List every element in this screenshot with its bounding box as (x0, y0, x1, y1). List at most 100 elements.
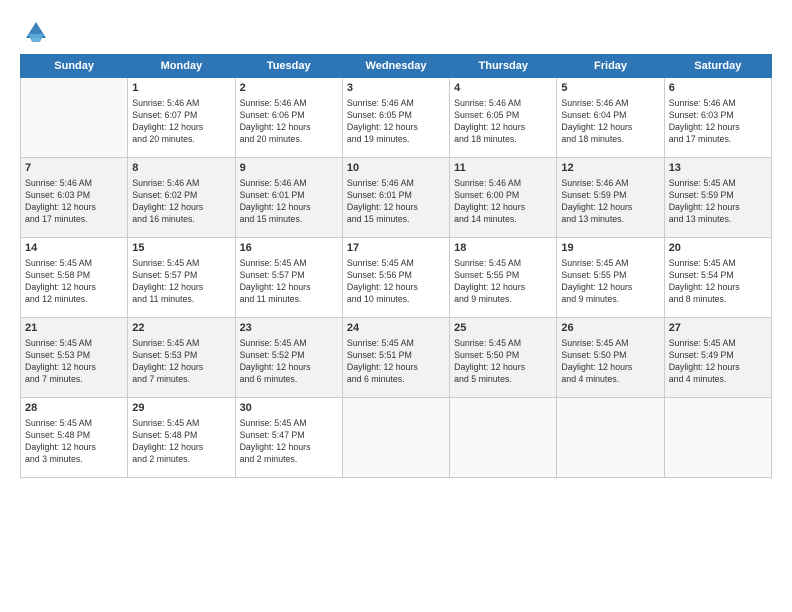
week-row-3: 14Sunrise: 5:45 AM Sunset: 5:58 PM Dayli… (21, 238, 772, 318)
day-info: Sunrise: 5:46 AM Sunset: 6:01 PM Dayligh… (347, 178, 445, 226)
day-cell-10: 10 Sunrise: 5:46 AM Sunset: 6:01 PM Dayli… (342, 158, 449, 238)
day-number: 5 (561, 81, 659, 96)
day-cell-21: 21Sunrise: 5:45 AM Sunset: 5:53 PM Dayli… (21, 318, 128, 398)
day-cell-17: 17Sunrise: 5:45 AM Sunset: 5:56 PM Dayli… (342, 238, 449, 318)
day-number: 13 (669, 161, 767, 176)
day-info: Sunrise: 5:46 AM Sunset: 6:03 PM Dayligh… (25, 178, 123, 226)
day-number: 22 (132, 321, 230, 336)
day-number: 23 (240, 321, 338, 336)
day-info: Sunrise: 5:45 AM Sunset: 5:54 PM Dayligh… (669, 258, 767, 306)
col-header-thursday: Thursday (450, 55, 557, 78)
day-info: Sunrise: 5:45 AM Sunset: 5:50 PM Dayligh… (454, 338, 552, 386)
day-cell-24: 24 Sunrise: 5:45 AM Sunset: 5:51 PM Dayli… (342, 318, 449, 398)
day-info: Sunrise: 5:46 AM Sunset: 6:00 PM Dayligh… (454, 178, 552, 226)
day-number: 20 (669, 241, 767, 256)
day-info: Sunrise: 5:45 AM Sunset: 5:53 PM Dayligh… (132, 338, 230, 386)
day-info: Sunrise: 5:46 AM Sunset: 6:06 PM Dayligh… (240, 98, 338, 146)
day-number: 6 (669, 81, 767, 96)
day-number: 29 (132, 401, 230, 416)
day-number: 1 (132, 81, 230, 96)
day-info: Sunrise: 5:46 AM Sunset: 6:05 PM Dayligh… (454, 98, 552, 146)
day-number: 27 (669, 321, 767, 336)
day-number: 30 (240, 401, 338, 416)
day-number: 12 (561, 161, 659, 176)
logo (20, 18, 50, 46)
day-info: Sunrise: 5:46 AM Sunset: 6:03 PM Dayligh… (669, 98, 767, 146)
day-info: Sunrise: 5:45 AM Sunset: 5:57 PM Dayligh… (240, 258, 338, 306)
day-cell-19: 19 Sunrise: 5:45 AM Sunset: 5:55 PM Dayli… (557, 238, 664, 318)
day-cell-8: 8 Sunrise: 5:46 AM Sunset: 6:02 PM Daylig… (128, 158, 235, 238)
empty-cell (342, 398, 449, 478)
day-number: 7 (25, 161, 123, 176)
empty-cell (557, 398, 664, 478)
day-cell-22: 22 Sunrise: 5:45 AM Sunset: 5:53 PM Dayli… (128, 318, 235, 398)
day-cell-4: 4 Sunrise: 5:46 AM Sunset: 6:05 PM Daylig… (450, 78, 557, 158)
day-cell-27: 27 Sunrise: 5:45 AM Sunset: 5:49 PM Dayli… (664, 318, 771, 398)
day-cell-11: 11Sunrise: 5:46 AM Sunset: 6:00 PM Dayli… (450, 158, 557, 238)
header (20, 18, 772, 46)
week-row-5: 28 Sunrise: 5:45 AM Sunset: 5:48 PM Dayli… (21, 398, 772, 478)
day-number: 9 (240, 161, 338, 176)
day-cell-15: 15 Sunrise: 5:45 AM Sunset: 5:57 PM Dayli… (128, 238, 235, 318)
day-cell-6: 6 Sunrise: 5:46 AM Sunset: 6:03 PM Daylig… (664, 78, 771, 158)
day-number: 16 (240, 241, 338, 256)
day-number: 2 (240, 81, 338, 96)
day-number: 19 (561, 241, 659, 256)
day-cell-25: 25Sunrise: 5:45 AM Sunset: 5:50 PM Dayli… (450, 318, 557, 398)
day-number: 26 (561, 321, 659, 336)
day-info: Sunrise: 5:46 AM Sunset: 6:05 PM Dayligh… (347, 98, 445, 146)
day-info: Sunrise: 5:45 AM Sunset: 5:49 PM Dayligh… (669, 338, 767, 386)
day-info: Sunrise: 5:45 AM Sunset: 5:50 PM Dayligh… (561, 338, 659, 386)
col-header-saturday: Saturday (664, 55, 771, 78)
day-info: Sunrise: 5:45 AM Sunset: 5:47 PM Dayligh… (240, 418, 338, 466)
day-info: Sunrise: 5:46 AM Sunset: 6:01 PM Dayligh… (240, 178, 338, 226)
day-cell-18: 18Sunrise: 5:45 AM Sunset: 5:55 PM Dayli… (450, 238, 557, 318)
day-info: Sunrise: 5:45 AM Sunset: 5:57 PM Dayligh… (132, 258, 230, 306)
week-row-1: 1 Sunrise: 5:46 AM Sunset: 6:07 PM Daylig… (21, 78, 772, 158)
day-info: Sunrise: 5:45 AM Sunset: 5:56 PM Dayligh… (347, 258, 445, 306)
page: SundayMondayTuesdayWednesdayThursdayFrid… (0, 0, 792, 612)
empty-cell (664, 398, 771, 478)
calendar-table: SundayMondayTuesdayWednesdayThursdayFrid… (20, 54, 772, 478)
day-number: 24 (347, 321, 445, 336)
day-info: Sunrise: 5:45 AM Sunset: 5:59 PM Dayligh… (669, 178, 767, 226)
empty-cell (450, 398, 557, 478)
day-cell-1: 1 Sunrise: 5:46 AM Sunset: 6:07 PM Daylig… (128, 78, 235, 158)
day-info: Sunrise: 5:46 AM Sunset: 6:02 PM Dayligh… (132, 178, 230, 226)
day-info: Sunrise: 5:45 AM Sunset: 5:52 PM Dayligh… (240, 338, 338, 386)
day-cell-20: 20 Sunrise: 5:45 AM Sunset: 5:54 PM Dayli… (664, 238, 771, 318)
day-info: Sunrise: 5:45 AM Sunset: 5:53 PM Dayligh… (25, 338, 123, 386)
day-cell-12: 12 Sunrise: 5:46 AM Sunset: 5:59 PM Dayli… (557, 158, 664, 238)
day-cell-29: 29 Sunrise: 5:45 AM Sunset: 5:48 PM Dayli… (128, 398, 235, 478)
day-cell-5: 5 Sunrise: 5:46 AM Sunset: 6:04 PM Daylig… (557, 78, 664, 158)
day-info: Sunrise: 5:46 AM Sunset: 5:59 PM Dayligh… (561, 178, 659, 226)
day-cell-9: 9 Sunrise: 5:46 AM Sunset: 6:01 PM Daylig… (235, 158, 342, 238)
day-cell-2: 2 Sunrise: 5:46 AM Sunset: 6:06 PM Daylig… (235, 78, 342, 158)
empty-cell (21, 78, 128, 158)
day-number: 4 (454, 81, 552, 96)
col-header-tuesday: Tuesday (235, 55, 342, 78)
day-number: 3 (347, 81, 445, 96)
day-number: 28 (25, 401, 123, 416)
day-info: Sunrise: 5:45 AM Sunset: 5:48 PM Dayligh… (132, 418, 230, 466)
day-cell-16: 16 Sunrise: 5:45 AM Sunset: 5:57 PM Dayli… (235, 238, 342, 318)
day-cell-7: 7 Sunrise: 5:46 AM Sunset: 6:03 PM Daylig… (21, 158, 128, 238)
day-info: Sunrise: 5:45 AM Sunset: 5:55 PM Dayligh… (454, 258, 552, 306)
day-number: 15 (132, 241, 230, 256)
day-info: Sunrise: 5:46 AM Sunset: 6:04 PM Dayligh… (561, 98, 659, 146)
day-cell-28: 28Sunrise: 5:45 AM Sunset: 5:48 PM Dayli… (21, 398, 128, 478)
col-header-friday: Friday (557, 55, 664, 78)
day-cell-30: 30 Sunrise: 5:45 AM Sunset: 5:47 PM Dayli… (235, 398, 342, 478)
day-info: Sunrise: 5:45 AM Sunset: 5:55 PM Dayligh… (561, 258, 659, 306)
week-row-2: 7 Sunrise: 5:46 AM Sunset: 6:03 PM Daylig… (21, 158, 772, 238)
day-info: Sunrise: 5:46 AM Sunset: 6:07 PM Dayligh… (132, 98, 230, 146)
day-info: Sunrise: 5:45 AM Sunset: 5:51 PM Dayligh… (347, 338, 445, 386)
day-number: 8 (132, 161, 230, 176)
col-header-monday: Monday (128, 55, 235, 78)
day-cell-13: 13 Sunrise: 5:45 AM Sunset: 5:59 PM Dayli… (664, 158, 771, 238)
day-number: 10 (347, 161, 445, 176)
header-row: SundayMondayTuesdayWednesdayThursdayFrid… (21, 55, 772, 78)
col-header-sunday: Sunday (21, 55, 128, 78)
day-cell-14: 14Sunrise: 5:45 AM Sunset: 5:58 PM Dayli… (21, 238, 128, 318)
logo-icon (22, 18, 50, 46)
